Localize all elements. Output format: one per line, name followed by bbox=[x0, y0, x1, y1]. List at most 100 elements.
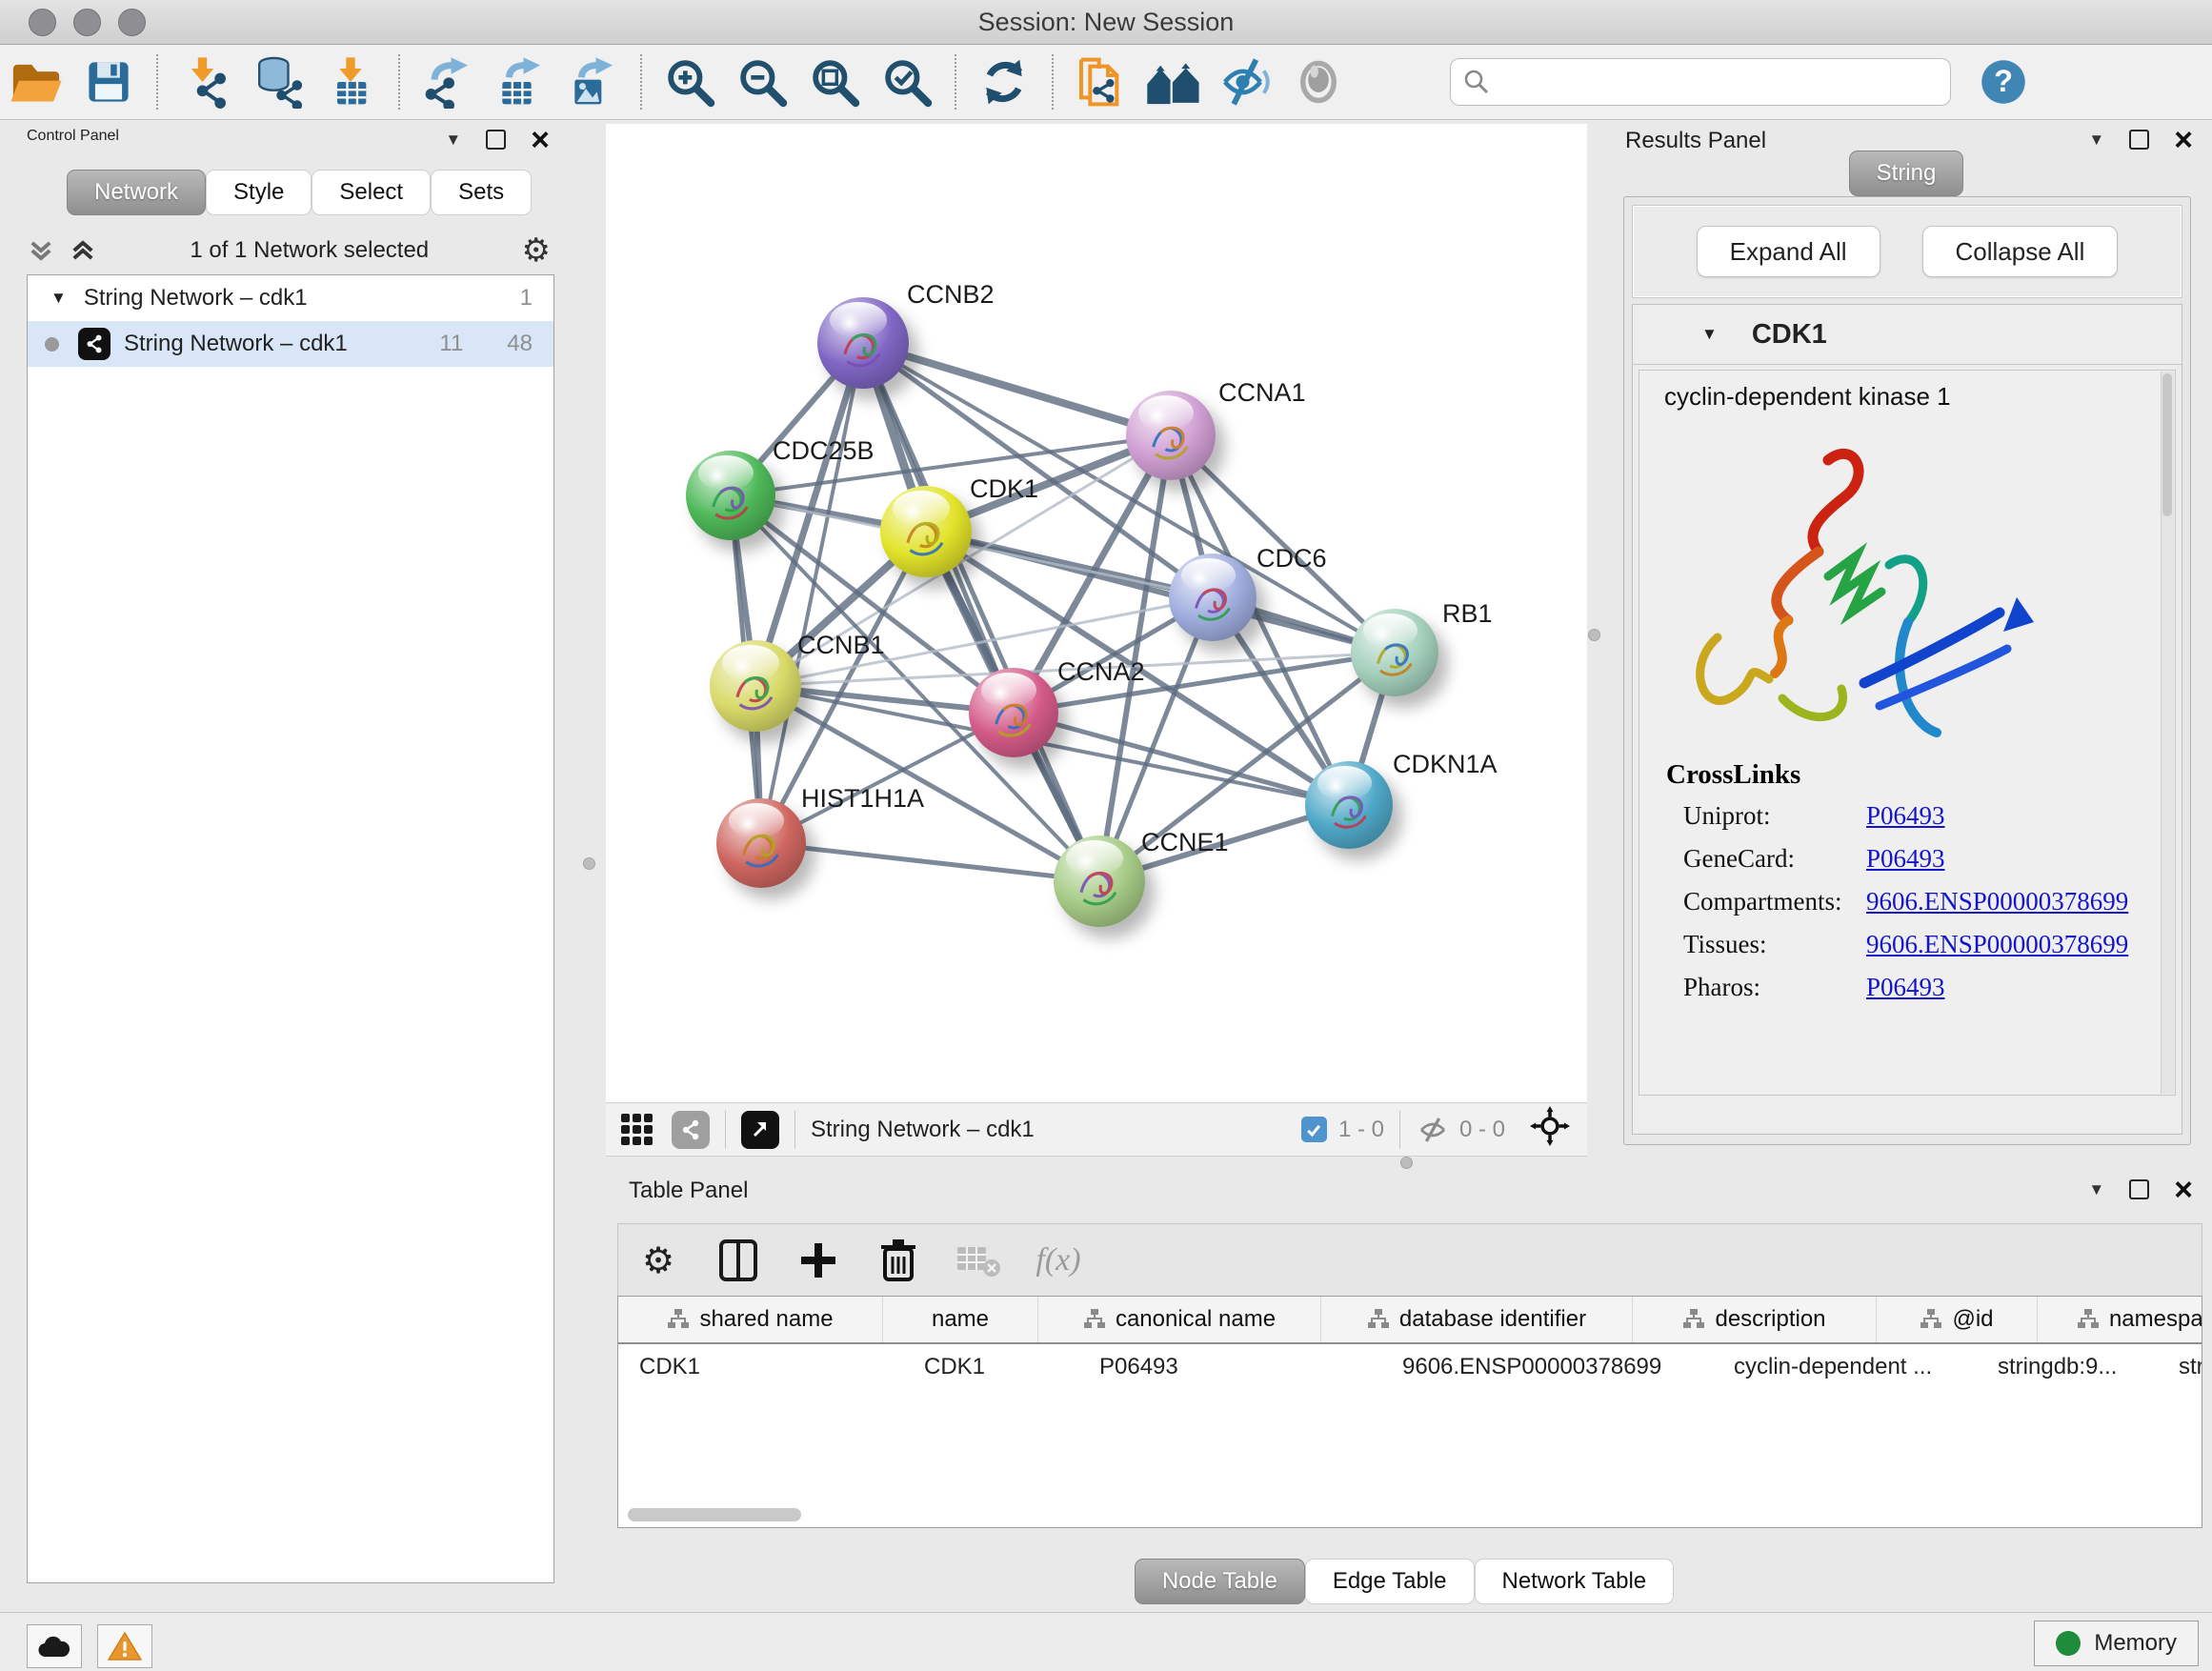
network-node-ccna2[interactable] bbox=[969, 668, 1058, 757]
string-home-icon[interactable] bbox=[1144, 52, 1203, 111]
collapse-all-icon[interactable] bbox=[27, 236, 55, 265]
gene-disclosure-icon[interactable]: ▼ bbox=[1701, 325, 1718, 344]
network-node-cdk1[interactable] bbox=[880, 486, 972, 577]
hidden-eye-icon[interactable] bbox=[1416, 1115, 1450, 1145]
save-session-icon[interactable] bbox=[79, 52, 138, 111]
show-columns-icon[interactable] bbox=[714, 1236, 763, 1285]
tab-select[interactable]: Select bbox=[312, 170, 431, 215]
collection-disclosure-icon[interactable]: ▼ bbox=[50, 289, 67, 308]
tab-edge-table[interactable]: Edge Table bbox=[1305, 1559, 1475, 1604]
status-bar: Memory bbox=[0, 1612, 2212, 1671]
network-options-gear-icon[interactable]: ⚙ bbox=[522, 232, 551, 270]
network-canvas[interactable]: CCNB2CCNA1CDC25BCDK1CDC6RB1CCNB1CCNA2CDK… bbox=[606, 124, 1587, 1102]
network-node-hist1h1a[interactable] bbox=[716, 798, 806, 888]
zoom-selected-icon[interactable] bbox=[877, 52, 936, 111]
collapse-all-button[interactable]: Collapse All bbox=[1922, 226, 2119, 277]
export-table-icon[interactable] bbox=[491, 52, 550, 111]
detach-view-icon[interactable] bbox=[741, 1111, 779, 1149]
open-session-icon[interactable] bbox=[7, 52, 66, 111]
memory-button[interactable]: Memory bbox=[2034, 1621, 2199, 1666]
column-header[interactable]: canonical name bbox=[1038, 1297, 1321, 1342]
share-document-icon[interactable] bbox=[1072, 52, 1131, 111]
expand-all-button[interactable]: Expand All bbox=[1697, 226, 1880, 277]
string-style-icon[interactable] bbox=[672, 1111, 710, 1149]
table-options-gear-icon[interactable]: ⚙ bbox=[633, 1236, 683, 1285]
export-network-icon[interactable] bbox=[418, 52, 477, 111]
zoom-out-icon[interactable] bbox=[733, 52, 792, 111]
uniprot-link[interactable]: P06493 bbox=[1866, 801, 1945, 830]
network-node-ccnb1[interactable] bbox=[710, 640, 801, 732]
selected-checkbox-icon[interactable] bbox=[1301, 1117, 1327, 1142]
network-node-ccne1[interactable] bbox=[1054, 836, 1145, 927]
level-of-detail-eye-icon[interactable] bbox=[1289, 52, 1348, 111]
apply-preferred-layout-icon[interactable] bbox=[975, 52, 1034, 111]
import-network-from-database-icon[interactable] bbox=[249, 52, 308, 111]
results-panel-float-icon[interactable] bbox=[2129, 130, 2149, 150]
column-header[interactable]: namespace bbox=[2038, 1297, 2202, 1342]
network-node-cdkn1a[interactable] bbox=[1305, 761, 1393, 849]
crosslink-label: Tissues: bbox=[1683, 930, 1767, 959]
expand-all-icon[interactable] bbox=[69, 236, 97, 265]
network-node-ccna1[interactable] bbox=[1126, 391, 1216, 480]
zoom-in-icon[interactable] bbox=[660, 52, 719, 111]
control-panel-float-icon[interactable] bbox=[486, 130, 506, 150]
protein-thumbnail bbox=[1184, 573, 1241, 630]
results-panel-menu-icon[interactable]: ▼ bbox=[2088, 131, 2104, 150]
network-edge[interactable] bbox=[863, 343, 1171, 435]
right-splitter-handle[interactable] bbox=[1588, 629, 1600, 641]
tab-node-table[interactable]: Node Table bbox=[1135, 1559, 1305, 1604]
table-horizontal-scrollbar[interactable] bbox=[628, 1508, 801, 1521]
node-table: shared name name canonical name database… bbox=[617, 1296, 2202, 1528]
application-window: Session: New Session bbox=[0, 0, 2212, 1671]
help-icon[interactable]: ? bbox=[1974, 52, 2033, 111]
network-node-rb1[interactable] bbox=[1351, 609, 1438, 696]
pharos-link[interactable]: P06493 bbox=[1866, 973, 1945, 1001]
results-panel-close-icon[interactable]: × bbox=[2174, 131, 2193, 150]
left-splitter-handle[interactable] bbox=[583, 857, 595, 870]
compartments-link[interactable]: 9606.ENSP00000378699 bbox=[1866, 887, 2128, 916]
import-network-from-file-icon[interactable] bbox=[176, 52, 235, 111]
tissues-link[interactable]: 9606.ENSP00000378699 bbox=[1866, 930, 2128, 958]
show-hide-graphics-details-icon[interactable] bbox=[1217, 52, 1276, 111]
tab-network[interactable]: Network bbox=[67, 170, 206, 215]
node-label: CCNB1 bbox=[797, 631, 885, 660]
protein-thumbnail bbox=[984, 688, 1042, 746]
table-panel-menu-icon[interactable]: ▼ bbox=[2088, 1180, 2104, 1199]
table-row[interactable]: CDK1 CDK1 P06493 9606.ENSP00000378699 cy… bbox=[618, 1344, 2202, 1390]
control-panel-close-icon[interactable]: × bbox=[531, 131, 550, 150]
import-table-from-file-icon[interactable] bbox=[321, 52, 380, 111]
network-edge[interactable] bbox=[761, 343, 863, 843]
column-header[interactable]: shared name bbox=[618, 1297, 883, 1342]
network-edge[interactable] bbox=[761, 843, 1099, 881]
bottom-splitter-handle[interactable] bbox=[1400, 1157, 1413, 1169]
zoom-fit-content-icon[interactable] bbox=[805, 52, 864, 111]
tab-string[interactable]: String bbox=[1849, 151, 1964, 196]
export-image-icon[interactable] bbox=[563, 52, 622, 111]
cloud-status-button[interactable] bbox=[27, 1624, 82, 1668]
table-panel-float-icon[interactable] bbox=[2129, 1179, 2149, 1199]
collection-count: 1 bbox=[520, 285, 533, 312]
search-input[interactable] bbox=[1491, 68, 1939, 96]
results-vertical-scrollbar[interactable] bbox=[2161, 372, 2174, 1094]
network-node-cdc6[interactable] bbox=[1169, 554, 1257, 641]
network-node-ccnb2[interactable] bbox=[817, 297, 909, 389]
warning-status-button[interactable] bbox=[97, 1624, 152, 1668]
birds-eye-grid-icon[interactable] bbox=[621, 1114, 653, 1145]
table-panel-close-icon[interactable]: × bbox=[2174, 1180, 2193, 1199]
network-collection-row[interactable]: ▼ String Network – cdk1 1 bbox=[28, 275, 553, 321]
column-header[interactable]: database identifier bbox=[1321, 1297, 1633, 1342]
network-node-cdc25b[interactable] bbox=[686, 451, 775, 540]
control-panel-menu-icon[interactable]: ▼ bbox=[445, 131, 461, 150]
column-header[interactable]: name bbox=[883, 1297, 1038, 1342]
protein-thumbnail bbox=[1320, 780, 1377, 837]
tab-sets[interactable]: Sets bbox=[431, 170, 532, 215]
tab-style[interactable]: Style bbox=[206, 170, 312, 215]
column-header[interactable]: description bbox=[1633, 1297, 1877, 1342]
network-row-selected[interactable]: String Network – cdk1 11 48 bbox=[28, 321, 553, 367]
delete-column-trash-icon[interactable] bbox=[874, 1236, 923, 1285]
genecard-link[interactable]: P06493 bbox=[1866, 844, 1945, 873]
fit-selected-crosshair-icon[interactable] bbox=[1530, 1106, 1570, 1153]
tab-network-table[interactable]: Network Table bbox=[1475, 1559, 1675, 1604]
add-column-icon[interactable] bbox=[794, 1236, 843, 1285]
column-header[interactable]: @id bbox=[1877, 1297, 2038, 1342]
